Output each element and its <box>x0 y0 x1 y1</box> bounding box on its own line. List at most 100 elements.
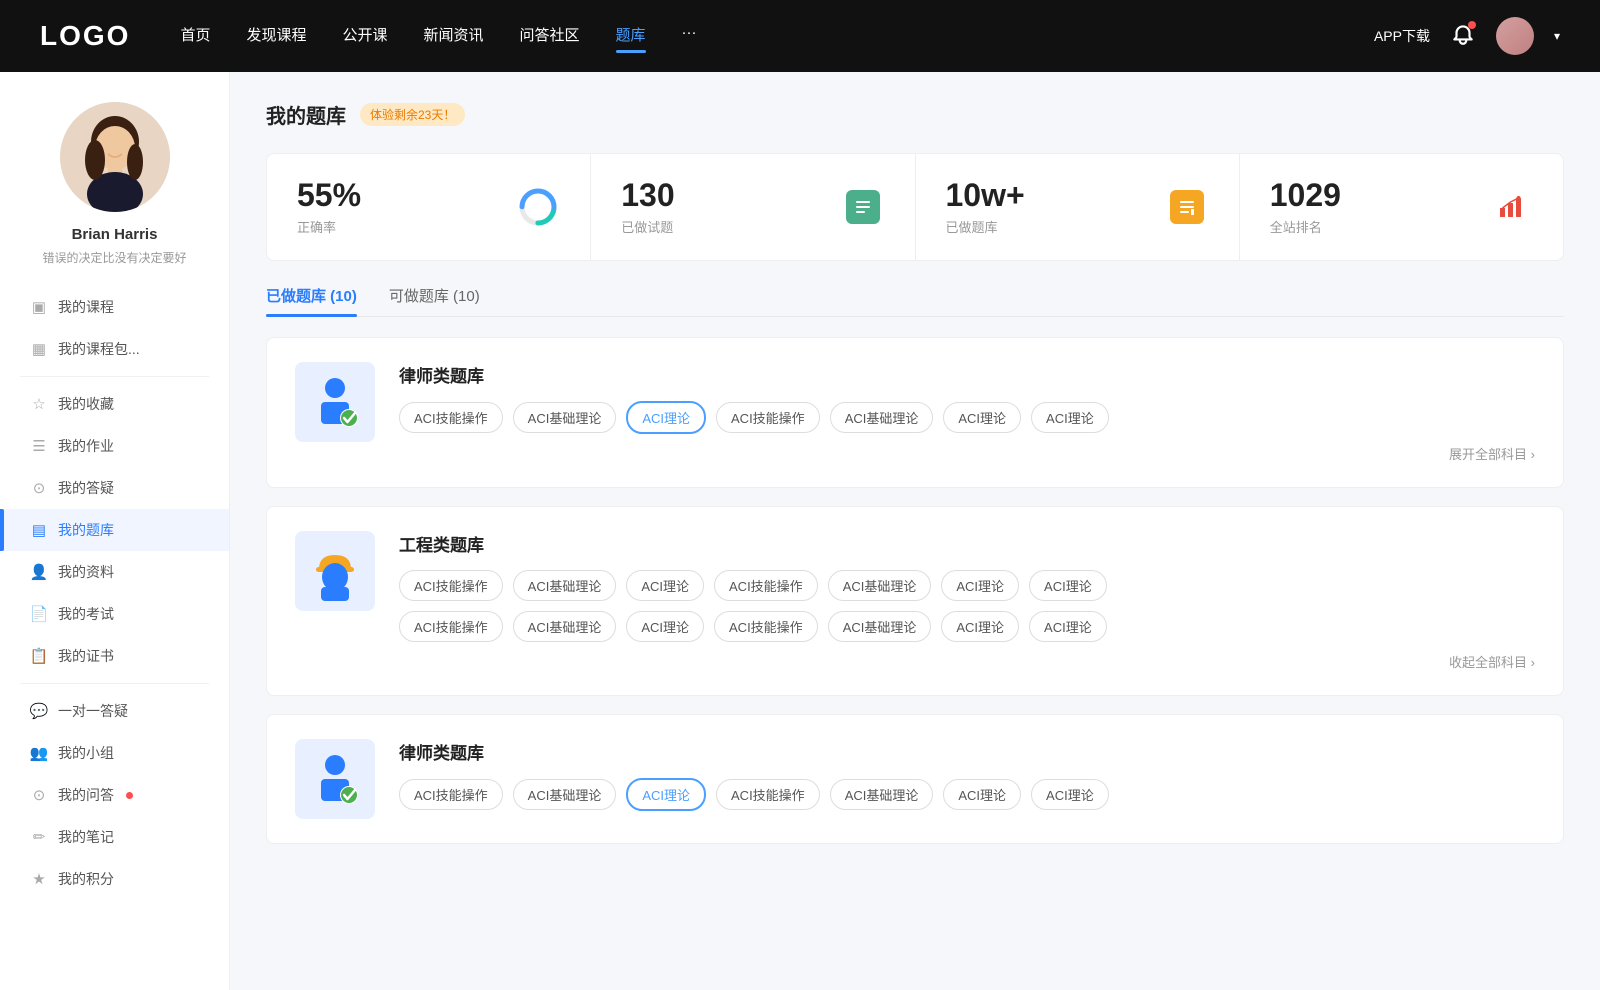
law-bank-body-1: 律师类题库 ACI技能操作 ACI基础理论 ACI理论 ACI技能操作 ACI基… <box>399 362 1535 463</box>
qa-icon: ⊙ <box>30 479 48 497</box>
nav-link-open[interactable]: 公开课 <box>342 24 387 49</box>
tag-aci-theory-2[interactable]: ACI理论 <box>943 402 1021 433</box>
stat-bank-icon <box>1165 185 1209 229</box>
notification-dot <box>1468 21 1476 29</box>
tag-aci-theory-active[interactable]: ACI理论 <box>626 401 706 434</box>
nav-link-home[interactable]: 首页 <box>180 24 210 49</box>
sidebar-item-label: 我的题库 <box>58 520 114 540</box>
notes-icon: ✏ <box>30 828 48 846</box>
notification-bell[interactable] <box>1450 21 1476 52</box>
nav-link-qa[interactable]: 问答社区 <box>520 24 580 49</box>
tab-available[interactable]: 可做题库 (10) <box>389 285 480 316</box>
favorites-icon: ☆ <box>30 395 48 413</box>
avatar-chevron-icon[interactable]: ▾ <box>1554 29 1560 43</box>
eng-tag-theory-2[interactable]: ACI理论 <box>941 570 1019 601</box>
sidebar-item-group[interactable]: 👥 我的小组 <box>0 732 229 774</box>
avatar[interactable] <box>1496 17 1534 55</box>
eng-tag-theory-6[interactable]: ACI理论 <box>1029 611 1107 642</box>
stat-accuracy-info: 55% 正确率 <box>297 178 504 236</box>
profile-icon: 👤 <box>30 563 48 581</box>
eng-tag-skill-3[interactable]: ACI技能操作 <box>399 611 503 642</box>
sidebar-item-label: 我的问答 <box>58 785 114 805</box>
collapse-link-1[interactable]: 收起全部科目 › <box>399 652 1535 671</box>
stat-questions-info: 130 已做试题 <box>621 178 828 236</box>
courses-icon: ▣ <box>30 298 48 316</box>
sidebar-item-one-on-one[interactable]: 💬 一对一答疑 <box>0 690 229 732</box>
law2-tag-basic-2[interactable]: ACI基础理论 <box>830 779 934 810</box>
eng-tags-row-2: ACI技能操作 ACI基础理论 ACI理论 ACI技能操作 ACI基础理论 AC… <box>399 611 1535 642</box>
sidebar-divider-2 <box>20 683 209 684</box>
sidebar-item-my-courses[interactable]: ▣ 我的课程 <box>0 286 229 328</box>
sidebar-item-label: 我的答疑 <box>58 478 114 498</box>
sidebar-item-profile[interactable]: 👤 我的资料 <box>0 551 229 593</box>
sidebar-item-label: 我的收藏 <box>58 394 114 414</box>
bank-card-law-2: 律师类题库 ACI技能操作 ACI基础理论 ACI理论 ACI技能操作 ACI基… <box>266 714 1564 844</box>
eng-tag-theory-1[interactable]: ACI理论 <box>626 570 704 601</box>
stat-bank-info: 10w+ 已做题库 <box>946 178 1153 236</box>
law2-tag-basic-1[interactable]: ACI基础理论 <box>513 779 617 810</box>
eng-tag-theory-4[interactable]: ACI理论 <box>626 611 704 642</box>
tag-aci-basic-2[interactable]: ACI基础理论 <box>830 402 934 433</box>
page-title: 我的题库 <box>266 100 346 129</box>
eng-tag-basic-1[interactable]: ACI基础理论 <box>513 570 617 601</box>
law2-tag-theory-active[interactable]: ACI理论 <box>626 778 706 811</box>
sidebar-item-homework[interactable]: ☰ 我的作业 <box>0 425 229 467</box>
eng-tag-skill-1[interactable]: ACI技能操作 <box>399 570 503 601</box>
exam-icon: 📄 <box>30 605 48 623</box>
tag-aci-skill-2[interactable]: ACI技能操作 <box>716 402 820 433</box>
nav-link-news[interactable]: 新闻资讯 <box>424 24 484 49</box>
law2-tag-theory-3[interactable]: ACI理论 <box>1031 779 1109 810</box>
tag-aci-theory-3[interactable]: ACI理论 <box>1031 402 1109 433</box>
questions-icon: ⊙ <box>30 786 48 804</box>
law2-tag-skill-1[interactable]: ACI技能操作 <box>399 779 503 810</box>
nav-logo: LOGO <box>40 20 130 52</box>
stat-accuracy-label: 正确率 <box>297 217 504 236</box>
accuracy-donut-chart <box>516 185 560 229</box>
course-pack-icon: ▦ <box>30 340 48 358</box>
eng-tag-basic-4[interactable]: ACI基础理论 <box>828 611 932 642</box>
nav-link-discover[interactable]: 发现课程 <box>246 24 306 49</box>
sidebar-item-label: 我的积分 <box>58 869 114 889</box>
eng-tag-theory-3[interactable]: ACI理论 <box>1029 570 1107 601</box>
sidebar-item-exam[interactable]: 📄 我的考试 <box>0 593 229 635</box>
sidebar-item-qa[interactable]: ⊙ 我的答疑 <box>0 467 229 509</box>
nav-link-bank[interactable]: 题库 <box>616 24 646 49</box>
ranking-chart-icon <box>1494 190 1528 224</box>
nav-link-more[interactable]: ··· <box>682 24 697 49</box>
questions-dot <box>126 792 133 799</box>
sidebar-item-bank[interactable]: ▤ 我的题库 <box>0 509 229 551</box>
group-icon: 👥 <box>30 744 48 762</box>
bank-icon: ▤ <box>30 521 48 539</box>
sidebar-item-label: 我的证书 <box>58 646 114 666</box>
app-download-button[interactable]: APP下载 <box>1374 26 1430 46</box>
sidebar: Brian Harris 错误的决定比没有决定要好 ▣ 我的课程 ▦ 我的课程包… <box>0 72 230 990</box>
tag-aci-skill-1[interactable]: ACI技能操作 <box>399 402 503 433</box>
eng-tag-basic-2[interactable]: ACI基础理论 <box>828 570 932 601</box>
law-icon-wrap <box>295 362 375 442</box>
tag-aci-basic-1[interactable]: ACI基础理论 <box>513 402 617 433</box>
main-layout: Brian Harris 错误的决定比没有决定要好 ▣ 我的课程 ▦ 我的课程包… <box>0 72 1600 990</box>
sidebar-item-questions[interactable]: ⊙ 我的问答 <box>0 774 229 816</box>
trial-badge: 体验剩余23天！ <box>360 103 465 126</box>
law2-tag-skill-2[interactable]: ACI技能操作 <box>716 779 820 810</box>
law-person-icon-2 <box>305 749 365 809</box>
sidebar-item-notes[interactable]: ✏ 我的笔记 <box>0 816 229 858</box>
questions-list-icon <box>846 190 880 224</box>
bank-card-law-1: 律师类题库 ACI技能操作 ACI基础理论 ACI理论 ACI技能操作 ACI基… <box>266 337 1564 488</box>
eng-tag-theory-5[interactable]: ACI理论 <box>941 611 1019 642</box>
law2-tag-theory-2[interactable]: ACI理论 <box>943 779 1021 810</box>
eng-tag-basic-3[interactable]: ACI基础理论 <box>513 611 617 642</box>
sidebar-item-course-pack[interactable]: ▦ 我的课程包... <box>0 328 229 370</box>
navbar: LOGO 首页 发现课程 公开课 新闻资讯 问答社区 题库 ··· APP下载 … <box>0 0 1600 72</box>
sidebar-item-cert[interactable]: 📋 我的证书 <box>0 635 229 677</box>
sidebar-item-favorites[interactable]: ☆ 我的收藏 <box>0 383 229 425</box>
tab-done[interactable]: 已做题库 (10) <box>266 285 357 316</box>
stat-bank-label: 已做题库 <box>946 217 1153 236</box>
eng-tag-skill-4[interactable]: ACI技能操作 <box>714 611 818 642</box>
eng-tag-skill-2[interactable]: ACI技能操作 <box>714 570 818 601</box>
eng-bank-body-1: 工程类题库 ACI技能操作 ACI基础理论 ACI理论 ACI技能操作 ACI基… <box>399 531 1535 671</box>
stats-row: 55% 正确率 130 已做试题 <box>266 153 1564 261</box>
expand-link-1[interactable]: 展开全部科目 › <box>399 444 1535 463</box>
points-icon: ★ <box>30 870 48 888</box>
sidebar-item-points[interactable]: ★ 我的积分 <box>0 858 229 900</box>
